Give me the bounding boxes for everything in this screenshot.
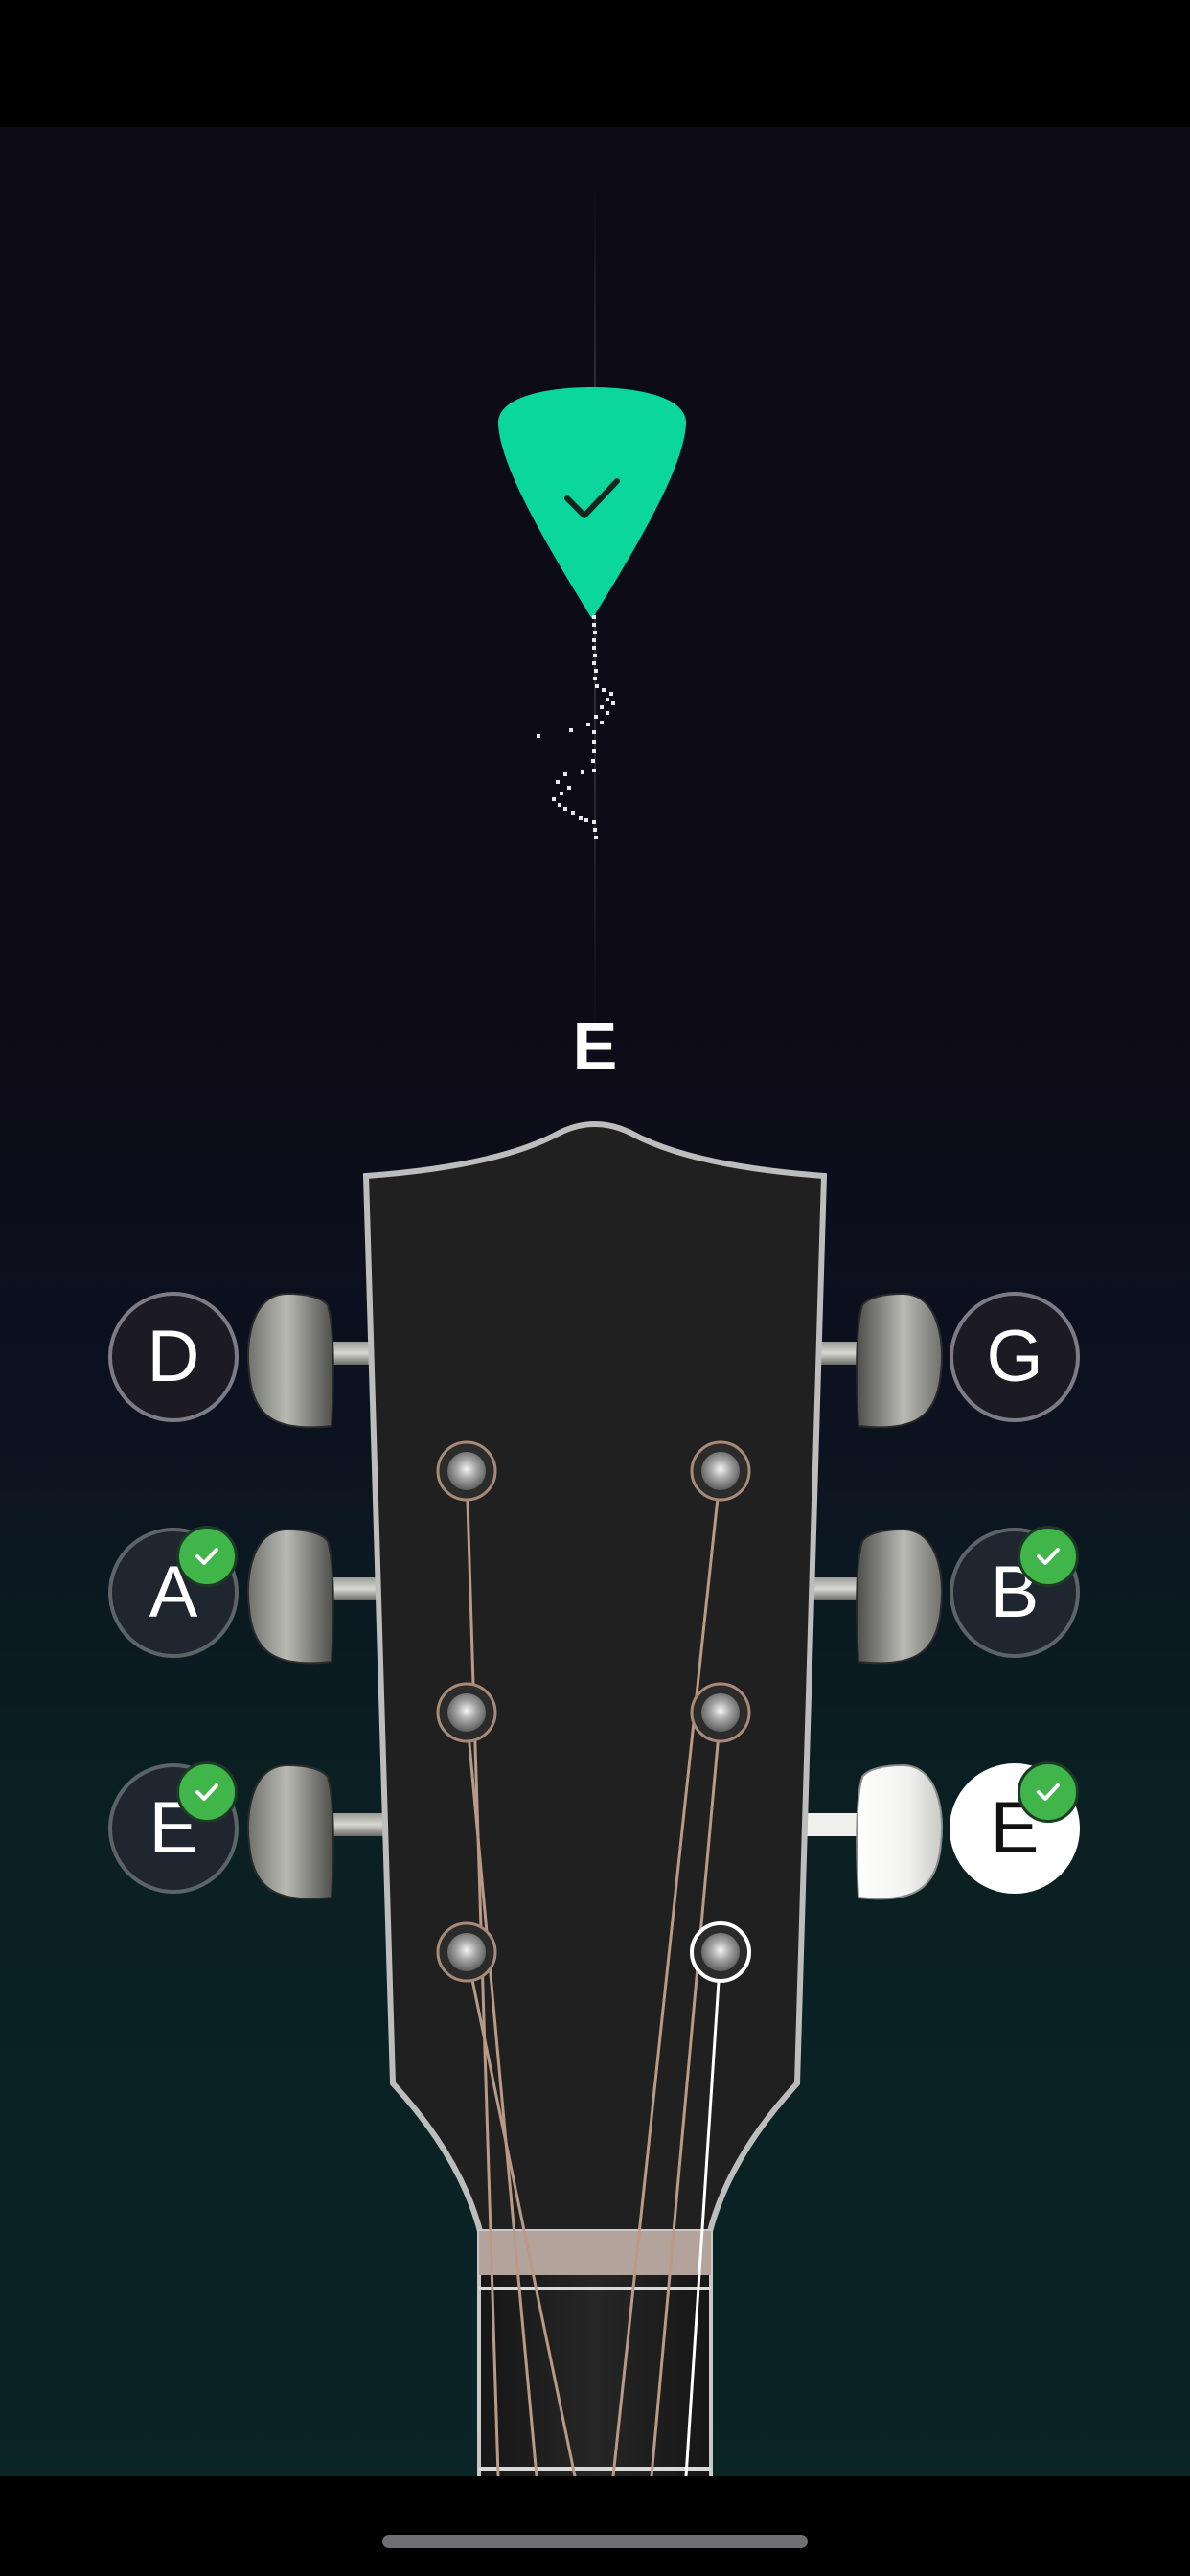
string-note-label: G — [986, 1316, 1043, 1397]
tuned-check-badge — [176, 1761, 238, 1823]
fret-2 — [479, 2287, 711, 2290]
checkmark-icon — [195, 1548, 218, 1565]
checkmark-icon — [195, 1783, 218, 1801]
bottom-safe-area — [0, 2476, 1190, 2576]
string-note-label: D — [147, 1316, 200, 1397]
tuner-screen: E D A E G B E — [0, 126, 1190, 2476]
status-bar — [0, 0, 1190, 126]
home-indicator[interactable] — [382, 2535, 808, 2548]
string-button-g[interactable]: G — [950, 1292, 1080, 1422]
tuned-check-badge — [1018, 1761, 1079, 1823]
checkmark-icon — [1037, 1783, 1060, 1801]
tuned-check-badge — [1018, 1526, 1079, 1587]
tuned-check-badge — [176, 1526, 238, 1587]
string-button-d[interactable]: D — [108, 1292, 239, 1422]
checkmark-icon — [1037, 1548, 1060, 1565]
headstock-body — [362, 1121, 828, 2238]
fret-3 — [479, 2467, 711, 2471]
